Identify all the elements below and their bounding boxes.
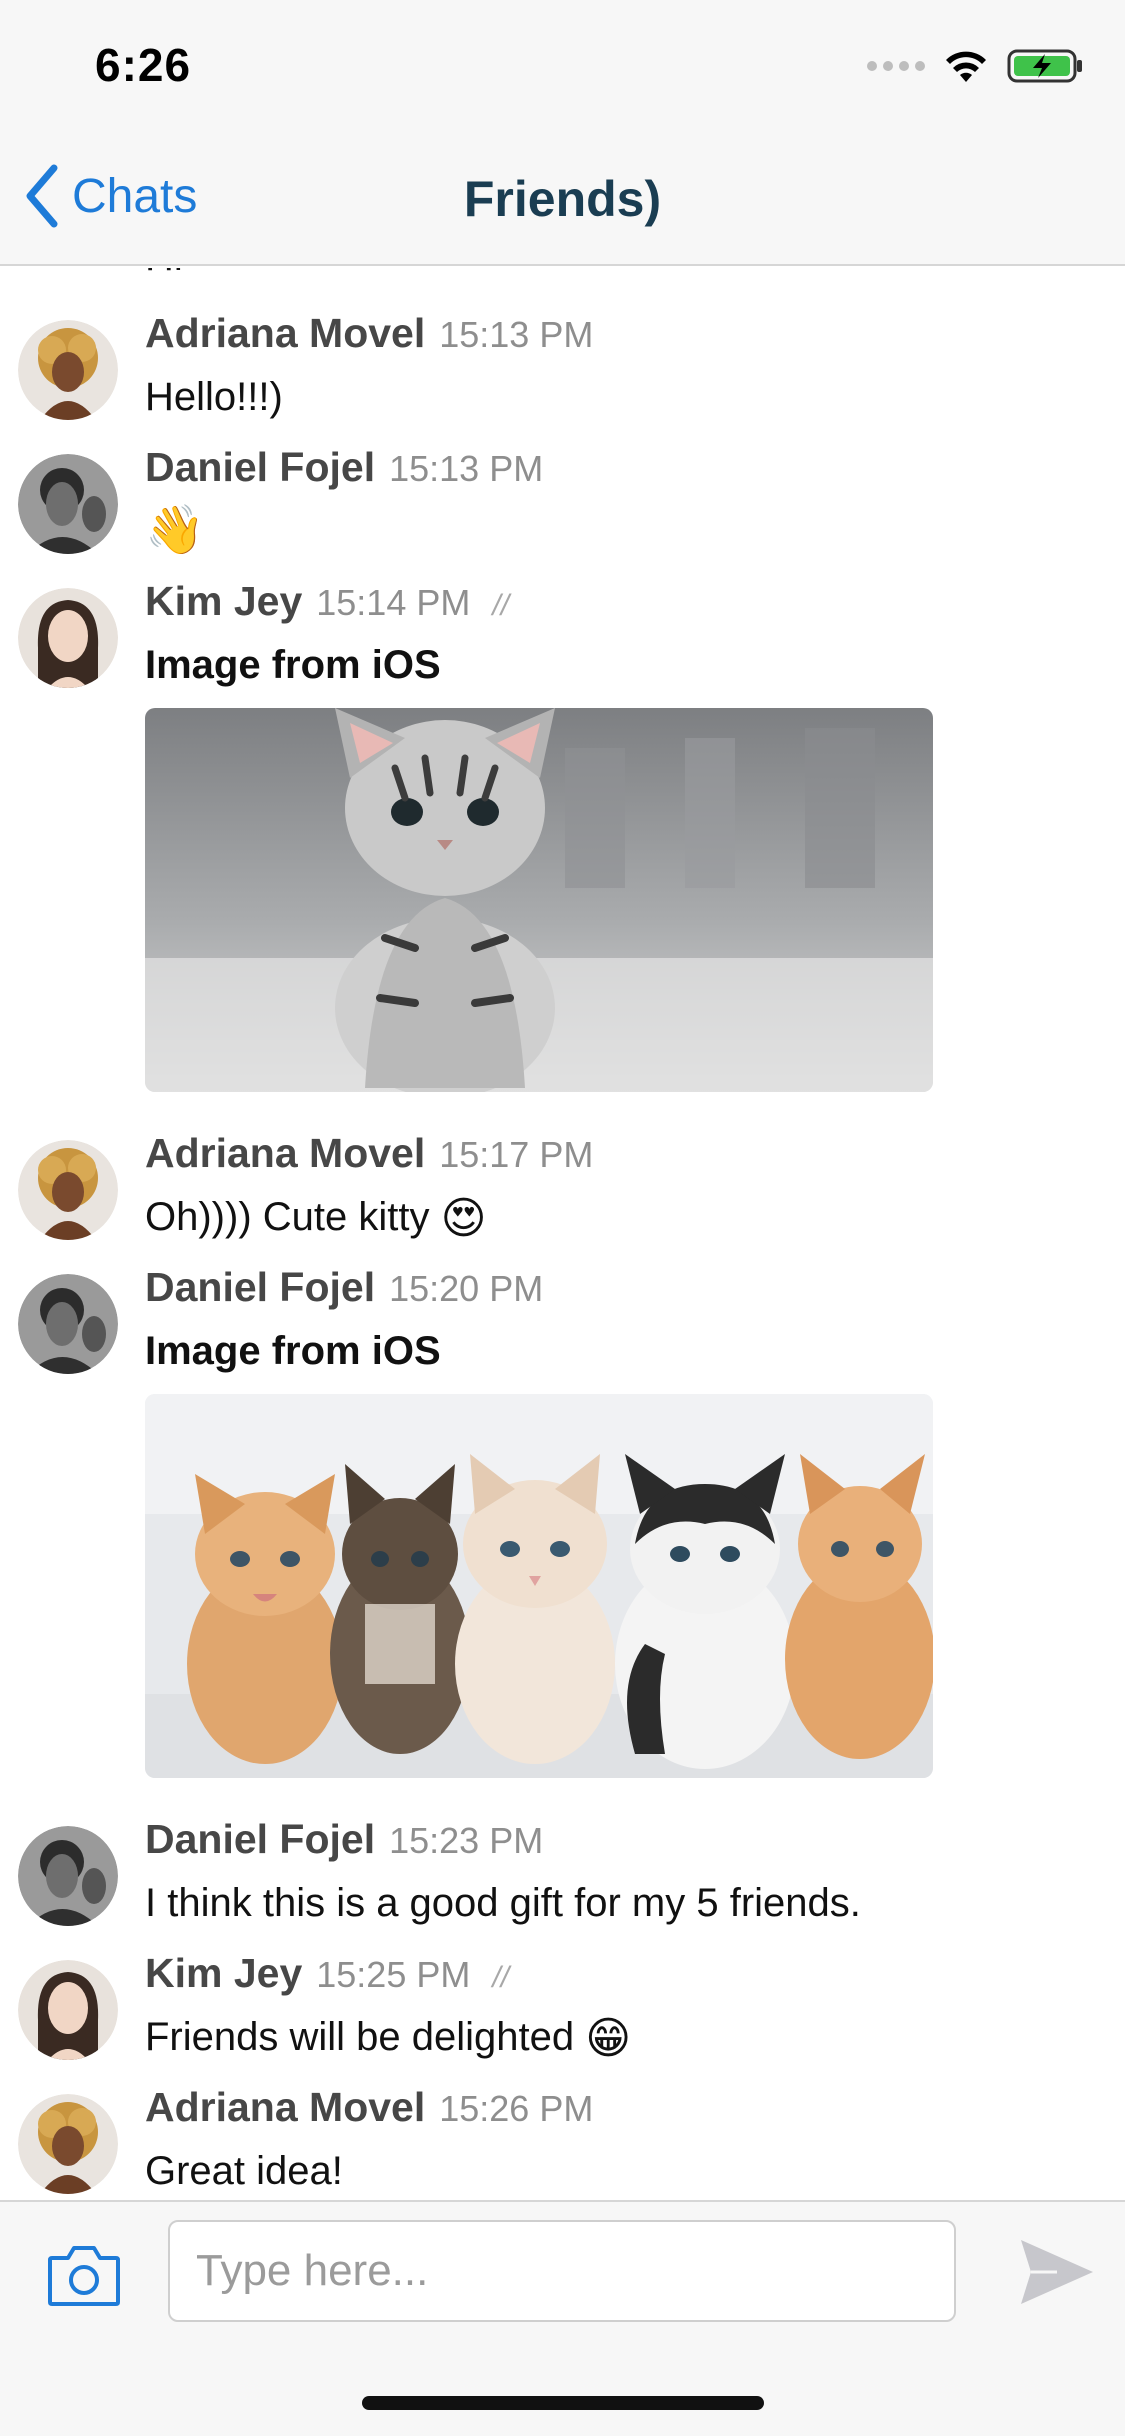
message-text: Great idea! <box>145 2149 343 2193</box>
avatar <box>18 2094 118 2194</box>
message-time: 15:26 PM <box>439 2088 594 2129</box>
avatar <box>18 1140 118 1240</box>
message-text: I think this is a good gift for my 5 fri… <box>145 1881 861 1925</box>
sender-name: Daniel Fojel <box>145 444 376 490</box>
avatar <box>18 1826 118 1926</box>
grin-emoji: 😁 <box>585 2014 632 2064</box>
message-text: Image from iOS <box>145 643 441 687</box>
message-time: 15:25 PM <box>316 1954 471 1995</box>
page-title: Friends) <box>463 171 662 227</box>
message-time: 15:14 PM <box>316 582 471 623</box>
sender-name: Adriana Movel <box>145 2084 426 2130</box>
camera-icon <box>48 2246 120 2306</box>
status-time: 6:26 <box>95 39 192 91</box>
message-time: 15:13 PM <box>389 448 544 489</box>
avatar <box>18 454 118 554</box>
message-time: 15:20 PM <box>389 1268 544 1309</box>
message-text: Oh)))) Cute kitty <box>145 1195 430 1239</box>
input-bar <box>0 2200 1125 2436</box>
heart-eyes-emoji: 😍 <box>440 1194 487 1244</box>
sender-name: Daniel Fojel <box>145 1264 376 1310</box>
image-attachment-kittens[interactable] <box>145 1394 933 1778</box>
message-input[interactable] <box>168 2220 956 2322</box>
wave-emoji: 👋 <box>145 504 205 557</box>
sender-name: Kim Jey <box>145 578 303 624</box>
camera-button[interactable] <box>46 2242 122 2308</box>
avatar <box>18 1274 118 1374</box>
message-time: 15:13 PM <box>439 314 594 355</box>
home-indicator[interactable] <box>362 2396 764 2410</box>
battery-charging-icon <box>1007 49 1082 83</box>
message-time: 15:17 PM <box>439 1134 594 1175</box>
avatar <box>18 588 118 688</box>
avatar <box>18 1960 118 2060</box>
send-icon <box>1021 2240 1093 2304</box>
message-text: Hello!!!) <box>145 375 283 419</box>
sender-name: Kim Jey <box>145 1950 303 1996</box>
send-button[interactable] <box>1017 2236 1095 2308</box>
sender-name: Adriana Movel <box>145 1130 426 1176</box>
sender-name: Daniel Fojel <box>145 1816 376 1862</box>
image-attachment-kitten[interactable] <box>145 708 933 1092</box>
message-text: Friends will be delighted <box>145 2015 575 2059</box>
status-icons <box>867 48 1085 84</box>
read-receipt-icon: // <box>492 1961 510 1994</box>
avatar <box>18 320 118 420</box>
message-list[interactable]: Hi Adriana Movel 15:13 PM Hello!!!) <box>0 268 1125 2200</box>
read-receipt-icon: // <box>492 589 510 622</box>
message-text: Hi <box>145 268 1105 284</box>
wifi-icon <box>946 51 986 82</box>
message-text: Image from iOS <box>145 1329 441 1373</box>
signal-icon <box>867 61 925 71</box>
status-bar: 6:26 <box>0 0 1125 132</box>
nav-bar: Chats Friends) <box>0 132 1125 266</box>
sender-name: Adriana Movel <box>145 310 426 356</box>
message-time: 15:23 PM <box>389 1820 544 1861</box>
